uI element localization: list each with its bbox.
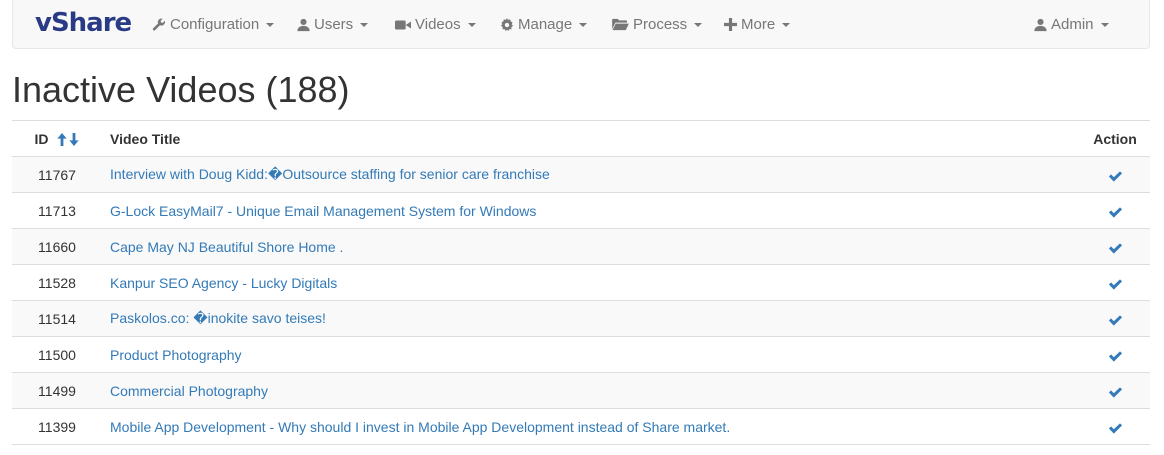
nav-process[interactable]: Process [612, 0, 703, 49]
chevron-down-icon [694, 22, 703, 27]
user-icon [297, 18, 310, 31]
nav-users[interactable]: Users [297, 0, 369, 49]
gear-icon [500, 17, 514, 31]
row-id: 11528 [12, 264, 102, 301]
check-icon[interactable] [1108, 350, 1123, 362]
row-id: 11767 [12, 156, 102, 193]
video-title-link[interactable]: Commercial Photography [110, 383, 268, 399]
user-menu[interactable]: Admin [1034, 0, 1109, 49]
table-row: 11514 Paskolos.co: �inokite savo teises! [12, 300, 1150, 337]
nav-manage-label: Manage [518, 16, 573, 33]
video-title-link[interactable]: Cape May NJ Beautiful Shore Home . [110, 239, 343, 255]
sort-descending-icon[interactable] [69, 132, 80, 146]
user-icon [1034, 18, 1047, 31]
page-title: Inactive Videos (188) [12, 69, 350, 110]
check-icon[interactable] [1108, 278, 1123, 290]
videos-table: ID Video Title Action 11767 Interview wi… [12, 120, 1150, 445]
video-title-link[interactable]: Interview with Doug Kidd:�Outsource staf… [110, 166, 550, 182]
row-id: 11499 [12, 372, 102, 409]
chevron-down-icon [266, 22, 275, 27]
row-id: 11399 [12, 408, 102, 445]
table-row: 11500 Product Photography [12, 336, 1150, 373]
video-title-link[interactable]: Paskolos.co: �inokite savo teises! [110, 310, 326, 326]
video-title-link[interactable]: Mobile App Development - Why should I in… [110, 419, 730, 435]
nav-more[interactable]: More [724, 0, 791, 49]
video-camera-icon [395, 20, 411, 29]
table-row: 11528 Kanpur SEO Agency - Lucky Digitals [12, 264, 1150, 301]
plus-icon [724, 18, 737, 31]
nav-manage[interactable]: Manage [500, 0, 588, 49]
chevron-down-icon [360, 22, 369, 27]
header-id-label: ID [34, 130, 49, 147]
nav-process-label: Process [633, 16, 688, 33]
user-menu-label: Admin [1051, 16, 1094, 33]
nav-configuration[interactable]: Configuration [152, 0, 275, 49]
folder-open-icon [612, 18, 629, 31]
video-title-link[interactable]: G-Lock EasyMail7 - Unique Email Manageme… [110, 203, 536, 219]
header-action: Action [1080, 120, 1150, 157]
video-title-link[interactable]: Product Photography [110, 347, 242, 363]
row-id: 11500 [12, 336, 102, 373]
chevron-down-icon [579, 22, 588, 27]
brand-logo[interactable]: vShare [35, 8, 132, 38]
check-icon[interactable] [1108, 206, 1123, 218]
table-row: 11399 Mobile App Development - Why shoul… [12, 408, 1150, 445]
table-row: 11499 Commercial Photography [12, 372, 1150, 409]
row-id: 11660 [12, 228, 102, 265]
chevron-down-icon [1100, 22, 1109, 27]
header-id: ID [12, 120, 102, 157]
table-row: 11660 Cape May NJ Beautiful Shore Home . [12, 228, 1150, 265]
sort-ascending-icon[interactable] [57, 132, 68, 146]
table-header-row: ID Video Title Action [12, 120, 1150, 157]
nav-configuration-label: Configuration [170, 16, 260, 33]
table-row: 11767 Interview with Doug Kidd:�Outsourc… [12, 156, 1150, 193]
table-row: 11713 G-Lock EasyMail7 - Unique Email Ma… [12, 192, 1150, 229]
row-id: 11514 [12, 300, 102, 337]
nav-videos[interactable]: Videos [395, 0, 476, 49]
navbar: vShare Configuration Users Videos Manage [12, 0, 1150, 49]
video-title-link[interactable]: Kanpur SEO Agency - Lucky Digitals [110, 275, 337, 291]
nav-more-label: More [741, 16, 776, 33]
row-id: 11713 [12, 192, 102, 229]
nav-videos-label: Videos [415, 16, 461, 33]
check-icon[interactable] [1108, 422, 1123, 434]
check-icon[interactable] [1108, 386, 1123, 398]
check-icon[interactable] [1108, 314, 1123, 326]
wrench-icon [152, 18, 165, 31]
chevron-down-icon [467, 22, 476, 27]
chevron-down-icon [782, 22, 791, 27]
header-video-title: Video Title [102, 120, 1080, 157]
nav-users-label: Users [314, 16, 354, 33]
check-icon[interactable] [1108, 170, 1123, 182]
check-icon[interactable] [1108, 242, 1123, 254]
